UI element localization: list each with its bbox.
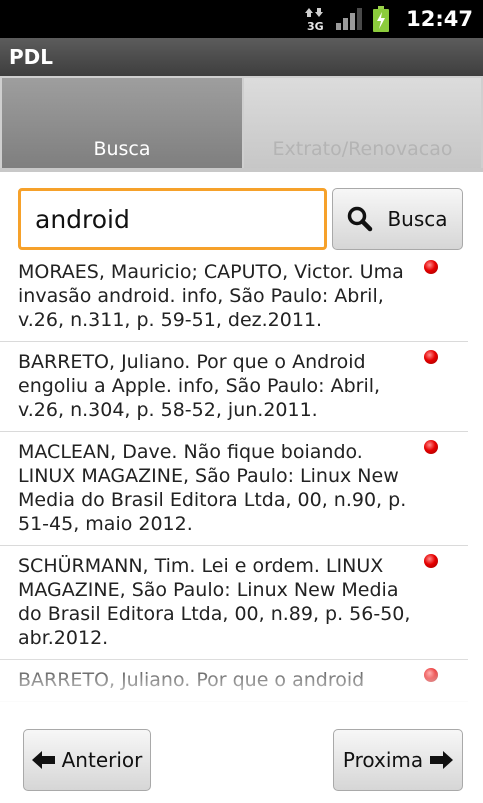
status-dot-icon [424, 440, 438, 454]
list-item[interactable]: SCHÜRMANN, Tim. Lei e ordem. LINUX MAGAZ… [0, 546, 468, 660]
result-text: MORAES, Mauricio; CAPUTO, Victor. Uma in… [18, 261, 404, 331]
result-text: BARRETO, Juliano. Por que o Android engo… [18, 351, 381, 421]
tab-bar: Busca Extrato/Renovacao [0, 76, 483, 172]
search-input-value: android [35, 204, 130, 234]
list-item[interactable]: BARRETO, Juliano. Por que o android [0, 660, 468, 702]
search-icon [347, 206, 373, 232]
search-button[interactable]: Busca [332, 188, 463, 250]
arrow-right-icon [429, 750, 454, 770]
network-3g-icon: 3G [302, 0, 332, 38]
tab-label: Extrato/Renovacao [272, 138, 453, 160]
arrow-left-icon [31, 750, 56, 770]
status-dot-icon [424, 554, 438, 568]
status-dot-icon [424, 668, 438, 682]
previous-button-label: Anterior [61, 748, 143, 772]
search-input[interactable]: android [18, 188, 327, 250]
battery-charging-icon [366, 0, 396, 38]
status-dot-icon [424, 260, 438, 274]
results-list[interactable]: MORAES, Mauricio; CAPUTO, Victor. Uma in… [0, 252, 483, 707]
tab-label: Busca [93, 138, 151, 160]
search-button-label: Busca [387, 207, 448, 231]
list-item[interactable]: MORAES, Mauricio; CAPUTO, Victor. Uma in… [0, 252, 468, 342]
signal-icon [332, 0, 366, 38]
status-time: 12:47 [406, 7, 473, 31]
svg-text:3G: 3G [307, 20, 324, 32]
previous-button[interactable]: Anterior [23, 729, 151, 791]
status-bar: 3G 12:47 [0, 0, 483, 38]
list-item[interactable]: MACLEAN, Dave. Não fique boiando. LINUX … [0, 432, 468, 546]
app-title-bar: PDL [0, 38, 483, 76]
app-title: PDL [9, 45, 54, 69]
result-text: MACLEAN, Dave. Não fique boiando. LINUX … [18, 441, 407, 535]
next-button-label: Proxima [342, 748, 424, 772]
result-text: BARRETO, Juliano. Por que o android [18, 669, 365, 691]
tab-underline [0, 168, 483, 172]
list-item[interactable]: BARRETO, Juliano. Por que o Android engo… [0, 342, 468, 432]
result-text: SCHÜRMANN, Tim. Lei e ordem. LINUX MAGAZ… [18, 555, 411, 649]
tab-busca[interactable]: Busca [2, 78, 242, 170]
tab-extrato-renovacao[interactable]: Extrato/Renovacao [244, 78, 481, 170]
status-dot-icon [424, 350, 438, 364]
next-button[interactable]: Proxima [333, 729, 463, 791]
